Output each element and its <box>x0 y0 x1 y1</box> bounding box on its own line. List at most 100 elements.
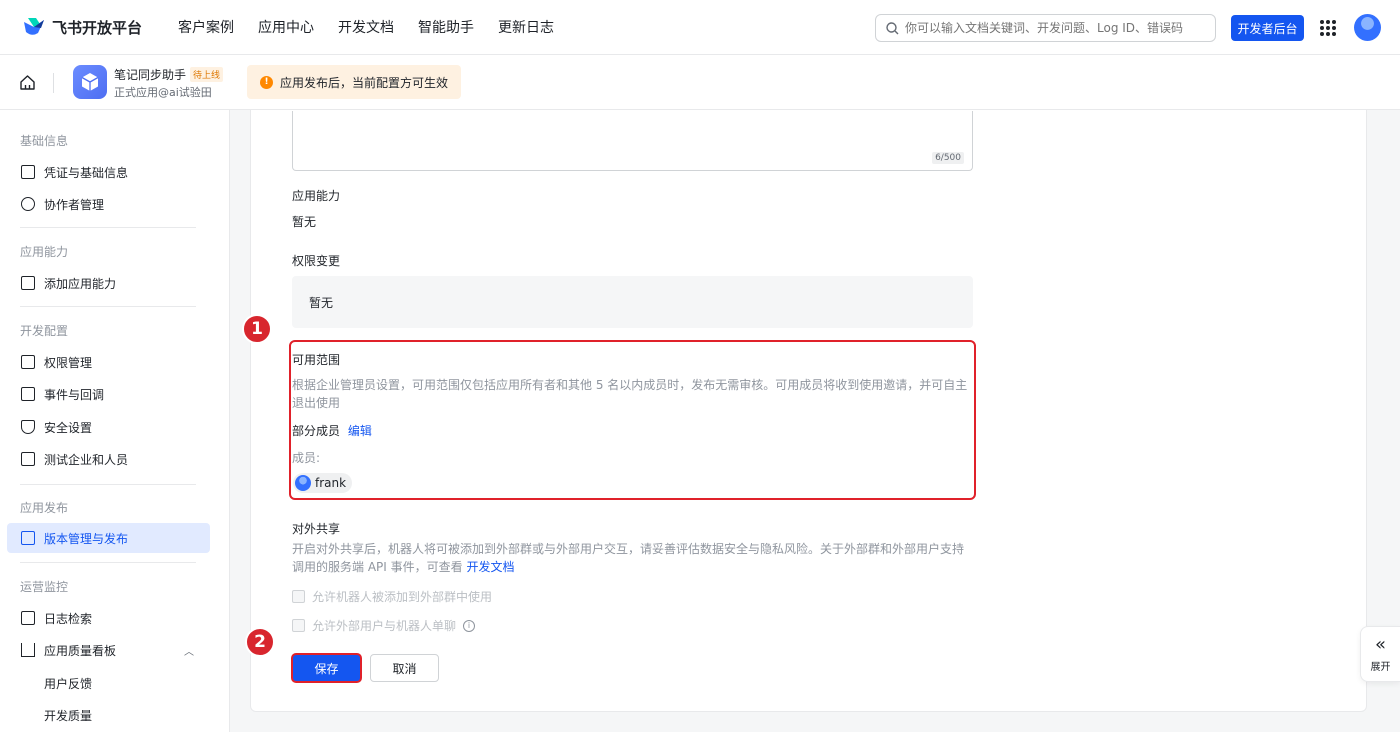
permission-change-label: 权限变更 <box>292 254 341 268</box>
bar-chart-icon <box>21 643 35 657</box>
event-icon <box>21 387 35 401</box>
group-basic-info: 基础信息 <box>20 134 69 148</box>
nav-changelog[interactable]: 更新日志 <box>498 17 554 37</box>
sidebar-item-permissions[interactable]: 权限管理 <box>7 347 210 377</box>
double-chevron-left-icon: « <box>1374 633 1386 655</box>
user-avatar[interactable] <box>1354 14 1381 41</box>
sidebar-item-label: 用户反馈 <box>44 676 93 691</box>
scope-highlight-box <box>289 340 976 500</box>
edit-scope-link[interactable]: 编辑 <box>348 424 372 438</box>
share-desc-text: 开启对外共享后，机器人将可被添加到外部群或与外部用户交互，请妥善评估数据安全与隐… <box>292 542 965 574</box>
dev-console-button[interactable]: 开发者后台 <box>1231 15 1304 41</box>
sidebar-item-user-feedback[interactable]: 用户反馈 <box>7 668 210 698</box>
sidebar-item-version-release[interactable]: 版本管理与发布 <box>7 523 210 553</box>
chevron-up-icon[interactable]: ︿ <box>184 643 194 658</box>
checkbox[interactable] <box>292 590 305 603</box>
scope-type-value: 部分成员 <box>292 424 341 438</box>
sidebar-item-label: 安全设置 <box>44 420 93 435</box>
checkbox-external-chat[interactable]: 允许外部用户与机器人单聊 i <box>292 617 476 634</box>
brand-logo[interactable]: 飞书开放平台 <box>22 16 142 38</box>
nav-smart-assistant[interactable]: 智能助手 <box>418 17 474 37</box>
sidebar-item-label: 应用质量看板 <box>44 643 117 658</box>
avatar <box>295 475 311 491</box>
search-icon <box>886 21 899 34</box>
divider <box>20 306 196 307</box>
sidebar-item-dev-quality[interactable]: 开发质量 <box>7 700 210 730</box>
save-button[interactable]: 保存 <box>291 653 362 683</box>
members-label: 成员: <box>292 451 321 465</box>
sidebar-item-label: 版本管理与发布 <box>44 531 129 546</box>
sidebar-item-events[interactable]: 事件与回调 <box>7 379 210 409</box>
group-app-capability: 应用能力 <box>20 245 69 259</box>
external-share-description: 开启对外共享后，机器人将可被添加到外部群或与外部用户交互，请妥善评估数据安全与隐… <box>292 540 972 576</box>
dev-docs-link[interactable]: 开发文档 <box>466 560 514 574</box>
nav-dev-docs[interactable]: 开发文档 <box>338 17 394 37</box>
lock-icon <box>21 355 35 369</box>
main-content: 6/500 应用能力 暂无 权限变更 暂无 1 可用范围 根据企业管理员设置，可… <box>230 110 1400 732</box>
nav-customer-cases[interactable]: 客户案例 <box>178 17 234 37</box>
sidebar-item-test-org[interactable]: 测试企业和人员 <box>7 444 210 474</box>
scope-type: 部分成员 编辑 <box>292 422 372 439</box>
scope-label: 可用范围 <box>292 353 341 367</box>
expand-panel-button[interactable]: « 展开 <box>1360 626 1400 682</box>
group-dev-config: 开发配置 <box>20 324 69 338</box>
sidebar-item-label: 权限管理 <box>44 355 93 370</box>
external-share-label: 对外共享 <box>292 522 341 536</box>
group-ops-monitoring: 运营监控 <box>20 580 69 594</box>
sidebar-item-label: 开发质量 <box>44 708 93 723</box>
release-form-card: 6/500 应用能力 暂无 权限变更 暂无 1 可用范围 根据企业管理员设置，可… <box>242 110 1367 712</box>
sidebar-item-collaborators[interactable]: 协作者管理 <box>7 189 210 219</box>
sidebar-item-label: 添加应用能力 <box>44 276 117 291</box>
permission-change-value: 暂无 <box>309 295 334 310</box>
sidebar-item-security[interactable]: 安全设置 <box>7 412 210 442</box>
app-subtitle: 正式应用@ai试验田 <box>114 86 212 99</box>
sidebar-item-add-capability[interactable]: 添加应用能力 <box>7 268 210 298</box>
sidebar-item-quality-board[interactable]: 应用质量看板 ︿ <box>7 635 210 665</box>
step-badge-2: 2 <box>245 627 275 657</box>
log-search-icon <box>21 611 35 625</box>
info-icon[interactable]: i <box>463 619 476 632</box>
app-cube-icon <box>73 65 107 99</box>
sidebar-item-label: 日志检索 <box>44 611 93 626</box>
apps-grid-icon[interactable] <box>1320 20 1336 36</box>
step-badge-1: 1 <box>242 314 272 344</box>
brand-name: 飞书开放平台 <box>52 18 143 37</box>
checkbox-external-group[interactable]: 允许机器人被添加到外部群中使用 <box>292 588 492 605</box>
sidebar-item-label: 事件与回调 <box>44 387 105 402</box>
app-header: 笔记同步助手 待上线 正式应用@ai试验田 ! 应用发布后，当前配置方可生效 <box>0 55 1400 110</box>
search-box[interactable] <box>875 14 1216 42</box>
sidebar-item-credentials[interactable]: 凭证与基础信息 <box>7 157 210 187</box>
nav-app-center[interactable]: 应用中心 <box>258 17 314 37</box>
app-title: 笔记同步助手 <box>114 68 187 82</box>
status-badge: 待上线 <box>190 67 224 82</box>
member-chip[interactable]: frank <box>293 473 353 493</box>
sidebar-item-label: 协作者管理 <box>44 197 105 212</box>
cancel-button[interactable]: 取消 <box>370 654 439 682</box>
checkbox[interactable] <box>292 619 305 632</box>
capability-value: 暂无 <box>292 215 317 229</box>
member-name: frank <box>315 476 347 490</box>
upload-icon <box>21 531 35 545</box>
description-textarea[interactable]: 6/500 <box>292 111 973 171</box>
divider <box>20 562 196 563</box>
divider <box>20 484 196 485</box>
sidebar-item-log-search[interactable]: 日志检索 <box>7 603 210 633</box>
checkbox-label: 允许外部用户与机器人单聊 <box>312 619 457 633</box>
char-count: 6/500 <box>932 152 964 164</box>
sidebar: 基础信息 凭证与基础信息 协作者管理 应用能力 添加应用能力 开发配置 权限管理… <box>0 110 230 732</box>
sidebar-item-label: 凭证与基础信息 <box>44 165 129 180</box>
warning-icon: ! <box>260 75 273 89</box>
permission-change-box: 暂无 <box>292 276 973 328</box>
feishu-logo-icon <box>24 18 44 35</box>
expand-label: 展开 <box>1370 661 1391 673</box>
capability-label: 应用能力 <box>292 189 341 203</box>
shield-icon <box>21 420 35 434</box>
top-nav: 飞书开放平台 客户案例 应用中心 开发文档 智能助手 更新日志 开发者后台 <box>0 0 1400 55</box>
user-add-icon <box>21 197 35 211</box>
divider <box>20 227 196 228</box>
checkbox-label: 允许机器人被添加到外部群中使用 <box>312 590 493 604</box>
credential-icon <box>21 165 35 179</box>
search-input[interactable] <box>905 21 1205 35</box>
home-icon[interactable] <box>19 74 36 91</box>
add-grid-icon <box>21 276 35 290</box>
